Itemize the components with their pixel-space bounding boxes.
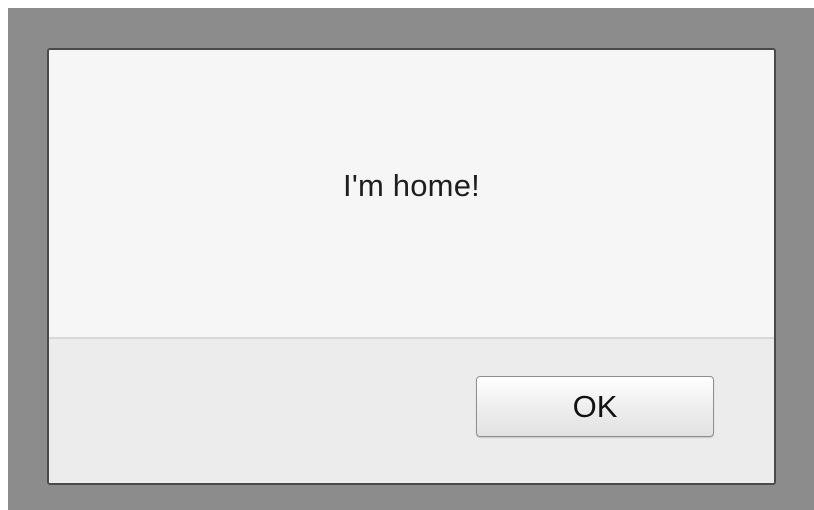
message-area: I'm home!	[49, 50, 774, 337]
button-bar: OK	[49, 339, 774, 483]
ok-button[interactable]: OK	[476, 376, 714, 437]
alert-dialog: I'm home! OK	[47, 48, 776, 485]
alert-message: I'm home!	[343, 168, 480, 203]
